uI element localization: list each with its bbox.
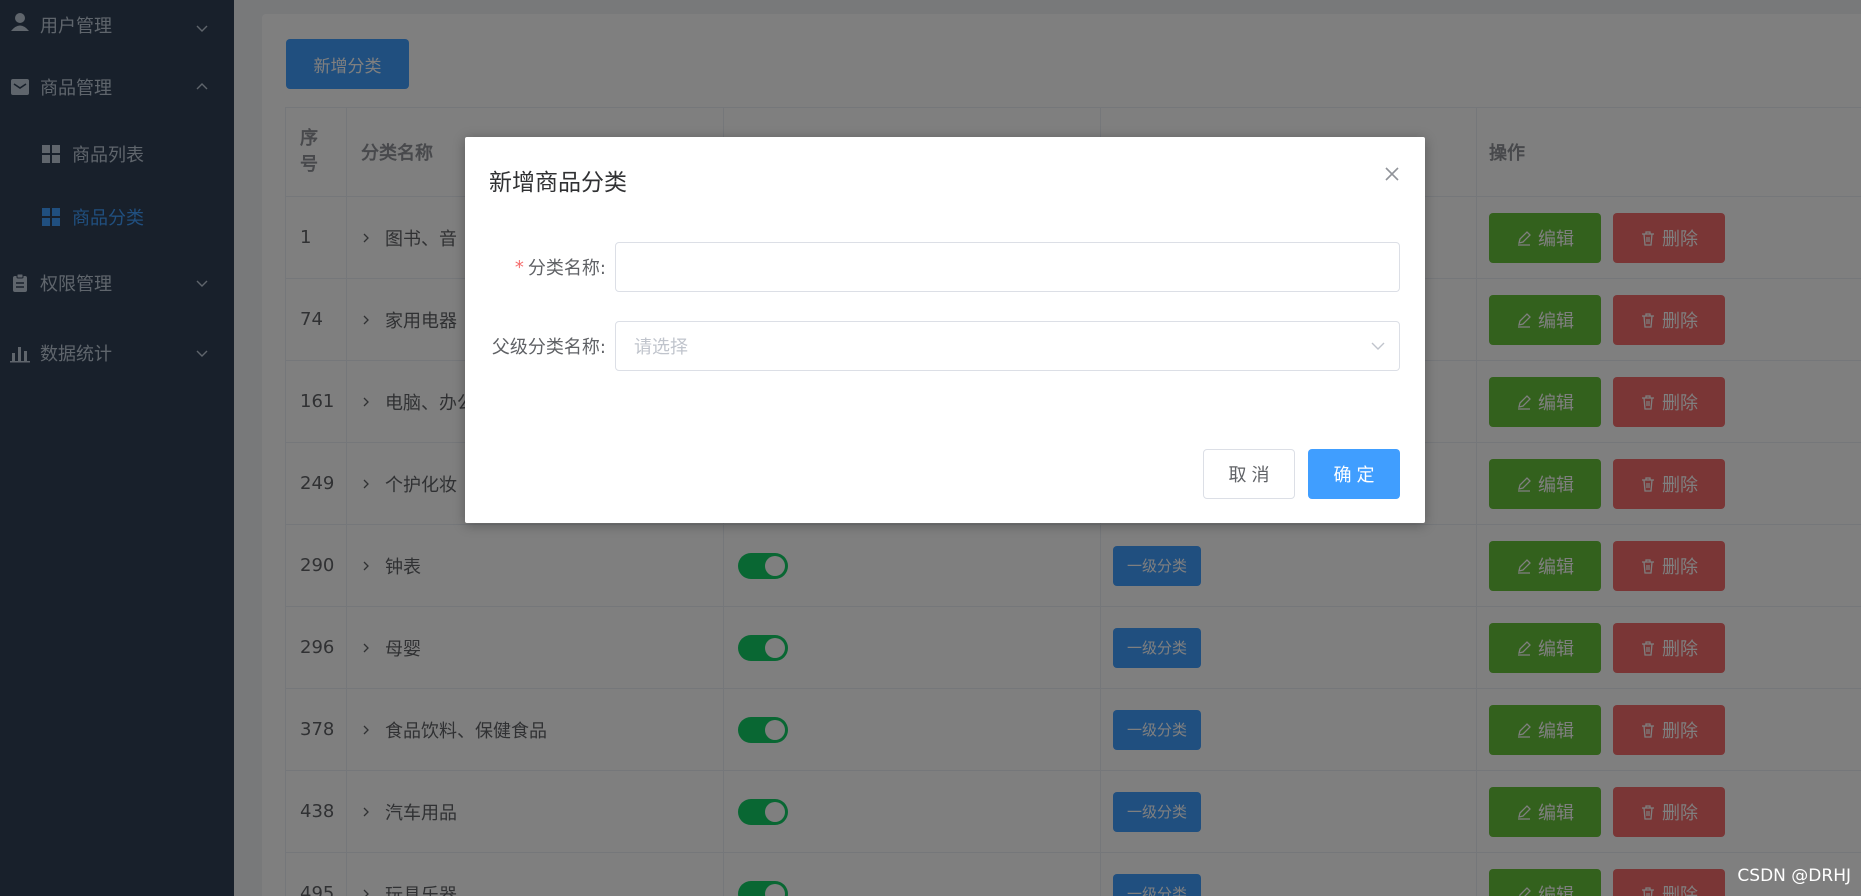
dialog-title: 新增商品分类: [489, 170, 627, 196]
chevron-down-icon: [1371, 342, 1385, 350]
select-placeholder: 请选择: [634, 337, 688, 358]
category-name-input[interactable]: [615, 242, 1400, 292]
form-row-parent: 父级分类名称: 请选择: [465, 321, 1425, 371]
category-name-label: * 分类名称:: [514, 256, 606, 280]
required-mark: *: [514, 256, 524, 278]
parent-category-label: 父级分类名称:: [491, 337, 606, 358]
close-icon[interactable]: [1383, 165, 1401, 183]
cancel-button[interactable]: 取 消: [1203, 449, 1295, 499]
watermark: CSDN @DRHJ: [1737, 866, 1851, 886]
form-row-name: * 分类名称:: [465, 242, 1425, 292]
parent-category-select[interactable]: 请选择: [615, 321, 1400, 371]
add-category-dialog: 新增商品分类 * 分类名称: 父级分类名称: 请选择 取 消 确 定: [465, 137, 1425, 523]
confirm-button[interactable]: 确 定: [1308, 449, 1400, 499]
